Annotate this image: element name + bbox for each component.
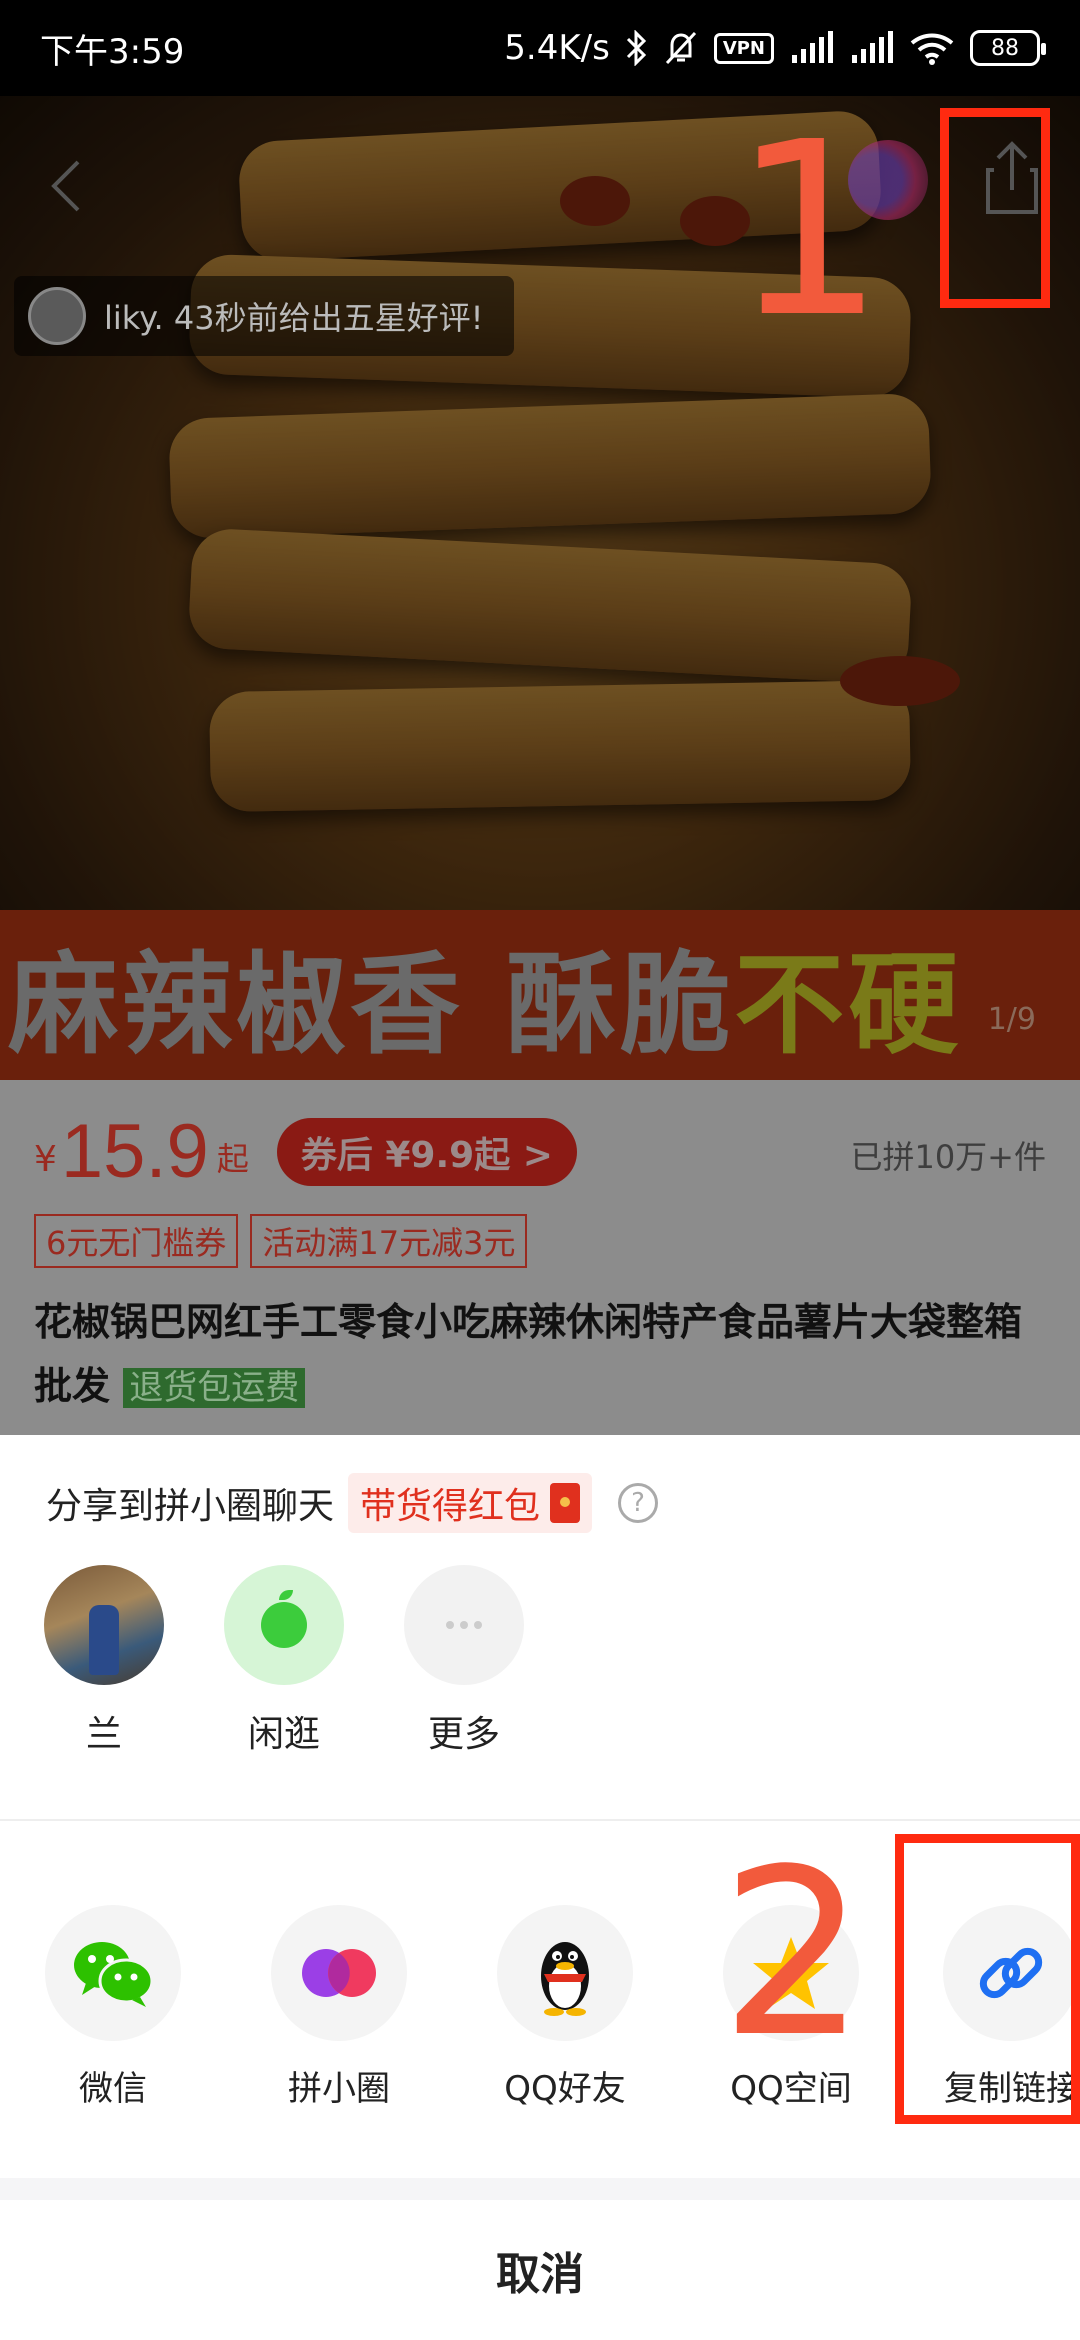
annotation-step-1: 1: [732, 90, 885, 370]
reward-badge: 带货得红包: [348, 1473, 593, 1533]
share-sheet-header: 分享到拼小圈聊天 带货得红包 ?: [46, 1473, 659, 1533]
promo-tag[interactable]: 6元无门槛券: [34, 1214, 239, 1268]
status-time: 下午3:59: [40, 31, 185, 72]
apple-shape: [261, 1590, 307, 1648]
banner-highlight: 不硬: [734, 941, 963, 1069]
banner-text: 麻辣椒香 酥脆不硬: [8, 915, 962, 1075]
share-wechat-button[interactable]: 微信: [38, 1905, 188, 2110]
review-toast: liky. 43秒前给出五星好评!: [14, 276, 514, 356]
contact-label: 兰: [85, 1714, 122, 1755]
wechat-icon: [45, 1905, 181, 2041]
pinxiaoquan-icon: [271, 1905, 407, 2041]
red-envelope-icon: [550, 1483, 581, 1523]
contact-item-lan[interactable]: 兰: [44, 1565, 164, 1757]
contact-label: 更多: [427, 1714, 500, 1755]
dot: [446, 1621, 454, 1629]
channel-label: 拼小圈: [288, 2069, 390, 2109]
banner-main: 麻辣椒香 酥脆: [8, 941, 735, 1069]
avatar: [44, 1565, 164, 1685]
review-toast-text: liky. 43秒前给出五星好评!: [104, 299, 484, 337]
signal-hd-icon: [790, 31, 834, 65]
status-indicators: 5.4K/s VPN 88: [504, 28, 1046, 68]
price-row: ¥ 15.9 起 券后 ¥9.9起 > 已拼10万+件: [34, 1110, 1046, 1190]
net-speed: 5.4K/s: [504, 28, 610, 68]
share-qq-friend-button[interactable]: QQ好友: [490, 1905, 640, 2110]
bell-muted-icon: [664, 30, 698, 66]
divider: [0, 2178, 1080, 2200]
contact-list: 兰 闲逛 更多: [44, 1565, 524, 1757]
contact-item-xianguang[interactable]: 闲逛: [224, 1565, 344, 1757]
product-banner: 麻辣椒香 酥脆不硬 1/9: [0, 910, 1080, 1080]
help-icon[interactable]: ?: [618, 1483, 659, 1523]
annotation-box-copy-link: [895, 1834, 1080, 2124]
reward-badge-label: 带货得红包: [360, 1486, 541, 1527]
product-image: liky. 43秒前给出五星好评! 麻辣椒香 酥脆不硬 1/9: [0, 96, 1080, 1080]
reviewer-avatar: [28, 287, 86, 345]
signal-icon: [850, 31, 894, 65]
back-arrow-icon[interactable]: [40, 156, 100, 216]
contact-item-more[interactable]: 更多: [404, 1565, 524, 1757]
price-suffix: 起: [216, 1140, 249, 1178]
more-dots-icon: [404, 1565, 524, 1685]
vpn-icon: VPN: [713, 32, 774, 64]
status-bar: 下午3:59 5.4K/s VPN 88: [0, 0, 1080, 96]
price-symbol: ¥: [34, 1139, 57, 1180]
channel-label: 微信: [79, 2069, 147, 2109]
dot: [460, 1621, 468, 1629]
share-pinxiaoquan-button[interactable]: 拼小圈: [264, 1905, 414, 2110]
return-shipping-tag: 退货包运费: [123, 1368, 306, 1408]
price: 15.9: [60, 1109, 209, 1194]
annotation-box-share: [940, 108, 1050, 308]
share-sheet-title: 分享到拼小圈聊天: [46, 1486, 335, 1527]
product-title: 花椒锅巴网红手工零食小吃麻辣休闲特产食品薯片大袋整箱批发 退货包运费: [34, 1290, 1046, 1420]
wifi-icon: [910, 31, 954, 65]
contact-label: 闲逛: [247, 1714, 320, 1755]
bluetooth-icon: [626, 30, 648, 66]
coupon-price-button[interactable]: 券后 ¥9.9起 >: [276, 1118, 577, 1186]
qq-penguin-icon: [497, 1905, 633, 2041]
promo-tag[interactable]: 活动满17元减3元: [250, 1214, 528, 1268]
battery-icon: 88: [970, 30, 1046, 66]
channel-label: QQ好友: [504, 2069, 626, 2109]
image-page-indicator: 1/9: [987, 1002, 1036, 1037]
group-buy-count: 已拼10万+件: [850, 1138, 1046, 1176]
divider: [0, 1819, 1080, 1821]
product-info: ¥ 15.9 起 券后 ¥9.9起 > 已拼10万+件 6元无门槛券 活动满17…: [0, 1080, 1080, 1435]
green-apple-icon: [224, 1565, 344, 1685]
annotation-step-2: 2: [720, 1821, 867, 2088]
promo-tags: 6元无门槛券 活动满17元减3元: [34, 1214, 1046, 1268]
avatar-figure: [89, 1605, 119, 1675]
cancel-button[interactable]: 取消: [0, 2200, 1080, 2340]
dot: [474, 1621, 482, 1629]
